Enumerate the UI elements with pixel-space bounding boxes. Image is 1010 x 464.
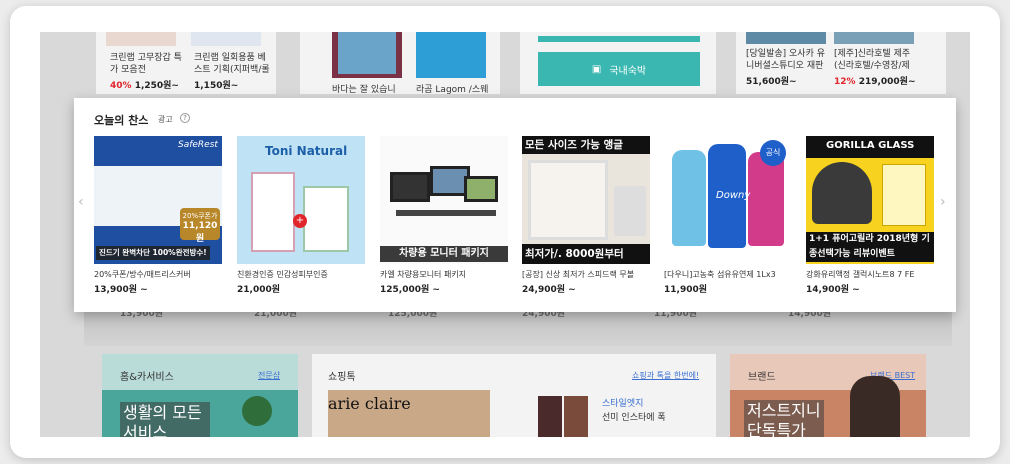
- home-service-section: 홈&카서비스 전문샵 생활의 모든 서비스: [102, 354, 298, 437]
- image-overlay-text: 차량용 모니터 패키지: [380, 246, 508, 262]
- thumb-image[interactable]: [564, 396, 588, 437]
- image-overlay-top: 모든 사이즈 가능 앵글: [522, 136, 650, 154]
- chance-item[interactable]: SafeRest 20%쿠폰가 11,120원 진드기 완벽차단 100%완전방…: [94, 136, 222, 295]
- product-image: [191, 32, 261, 46]
- home-banner-text: 생활의 모든 서비스: [120, 402, 210, 437]
- image-overlay-text: 최저가/. 8000원부터: [522, 244, 650, 264]
- official-badge: 공식: [760, 140, 786, 166]
- downy-image: Downy 공식: [664, 136, 792, 264]
- item-name: 카엘 차량용모니터 패키지: [380, 270, 467, 279]
- travel-card: ▣ 국내숙박: [520, 32, 716, 94]
- item-price: 125,000원 ~: [380, 285, 440, 295]
- chance-item[interactable]: GORILLA GLASS 1+1 퓨어고릴라 2018년형 기종선택가능 리뷰…: [806, 136, 934, 295]
- car-monitor-image: 차량용 모니터 패키지: [380, 136, 508, 264]
- book-cover: [416, 32, 486, 78]
- book-cover: [332, 32, 402, 78]
- chance-item[interactable]: Downy 공식 [다우니]고농축 섬유유연제 1Lx3 11,900원: [664, 136, 792, 295]
- rack-image: 모든 사이즈 가능 앵글 최저가/. 8000원부터: [522, 136, 650, 264]
- badge-price: 11,120원: [182, 221, 218, 244]
- chance-item[interactable]: 모든 사이즈 가능 앵글 최저가/. 8000원부터 [공장] 신상 최저가 스…: [522, 136, 650, 295]
- item-price: 11,900원: [664, 285, 708, 295]
- product-price: 1,250원~: [134, 81, 179, 91]
- todays-chance-panel: 오늘의 찬스 광고 ? ‹ › SafeRest 20%쿠폰가 11,120원 …: [74, 98, 956, 312]
- product-image: [106, 32, 176, 46]
- building-icon: ▣: [591, 63, 602, 75]
- prev-arrow-icon[interactable]: ‹: [78, 194, 84, 210]
- book-title: 라곰 Lagom /스웨: [416, 85, 489, 95]
- product-price: 51,600원~: [746, 77, 797, 87]
- shopping-sub: 스타일엣지: [602, 399, 644, 409]
- mattress-image: SafeRest 20%쿠폰가 11,120원 진드기 완벽차단 100%완전방…: [94, 136, 222, 264]
- magazine-banner[interactable]: arie claire: [328, 390, 490, 437]
- discount-rate: 12%: [834, 77, 856, 87]
- chance-item[interactable]: Toni Natural + 친환경인증 민감성피부인증 21,000원: [237, 136, 365, 295]
- product-price: 219,000원~: [858, 77, 916, 87]
- thumb-image[interactable]: [538, 396, 562, 437]
- toni-natural-image: Toni Natural +: [237, 136, 365, 264]
- next-arrow-icon[interactable]: ›: [940, 194, 946, 210]
- gorilla-glass-image: GORILLA GLASS 1+1 퓨어고릴라 2018년형 기종선택가능 리뷰…: [806, 136, 934, 264]
- image-overlay-text: 1+1 퓨어고릴라 2018년형 기종선택가능 리뷰이벤트: [806, 232, 934, 262]
- section-title: 브랜드: [748, 372, 776, 383]
- product-name: 크린랩 일회용품 베스트 기획(지퍼백/롤: [194, 53, 270, 75]
- magazine-brand: arie claire: [328, 394, 411, 413]
- brand-logo: SafeRest: [178, 140, 218, 150]
- section-title: 쇼핑톡: [328, 372, 356, 383]
- discount-rate: 40%: [110, 81, 132, 91]
- brand-section: 브랜드 브랜드 BEST 저스트지니 단독특가: [730, 354, 926, 437]
- shopping-desc[interactable]: 선미 인스타에 폭: [602, 412, 666, 424]
- brand-banner-text: 저스트지니 단독특가: [744, 400, 824, 437]
- item-name: [공장] 신상 최저가 스피드랙 무볼: [522, 270, 635, 279]
- badge-top: 20%쿠폰가: [182, 212, 218, 220]
- item-price: 24,900원 ~: [522, 285, 576, 295]
- domestic-stay-label: 국내숙박: [609, 65, 647, 77]
- home-service-link[interactable]: 전문샵: [258, 370, 280, 381]
- shopping-talk-section: 쇼핑톡 쇼핑과 톡을 한번에! arie claire 스타일엣지 선미 인스타…: [312, 354, 716, 437]
- product-name: [당일발송] 오사카 유니버셜스튜디오 재판: [746, 49, 825, 71]
- coupon-badge: 20%쿠폰가 11,120원: [180, 208, 220, 244]
- item-name: 20%쿠폰/방수/매트리스커버: [94, 270, 191, 279]
- brand-logo: Downy: [716, 190, 751, 201]
- image-overlay-text: 진드기 완벽차단 100%완전방수!: [96, 246, 210, 260]
- item-name: [다우니]고농축 섬유유연제 1Lx3: [664, 270, 776, 279]
- product-image: [834, 32, 914, 44]
- ad-help-icon[interactable]: ?: [180, 113, 190, 123]
- teal-strip: [538, 36, 700, 42]
- book-card[interactable]: 바다는 잘 있습니 라곰 Lagom /스웨: [300, 32, 500, 95]
- item-price: 14,900원 ~: [806, 285, 860, 295]
- product-name: [제주]신라호텔 제주(신라호텔/수영장/제: [834, 49, 911, 71]
- plus-icon: +: [293, 214, 307, 228]
- brand-logo: GORILLA GLASS: [826, 140, 915, 151]
- book-title: 바다는 잘 있습니: [332, 85, 396, 95]
- brand-logo: Toni Natural: [265, 144, 348, 158]
- browser-frame: 크린랩 고무장갑 특가 모음전 40% 1,250원~ 크린랩 일회용품 베스트…: [10, 6, 1000, 458]
- product-price: 1,150원~: [194, 81, 239, 91]
- shopping-talk-link[interactable]: 쇼핑과 톡을 한번에!: [632, 370, 699, 381]
- panel-title: 오늘의 찬스: [94, 114, 149, 127]
- ad-label: 광고: [158, 115, 173, 124]
- item-name: 강화유리액정 갤럭시노트8 7 FE: [806, 270, 915, 279]
- product-card-gloves[interactable]: 크린랩 고무장갑 특가 모음전 40% 1,250원~ 크린랩 일회용품 베스트…: [96, 32, 276, 94]
- product-image: [746, 32, 826, 44]
- item-price: 21,000원: [237, 285, 281, 295]
- travel-products-card[interactable]: [당일발송] 오사카 유니버셜스튜디오 재판 51,600원~ [제주]신라호텔…: [736, 32, 946, 94]
- product-name: 크린랩 고무장갑 특가 모음전: [110, 53, 182, 75]
- item-name: 친환경인증 민감성피부인증: [237, 270, 328, 279]
- item-price: 13,900원 ~: [94, 285, 148, 295]
- section-title: 홈&카서비스: [120, 372, 174, 383]
- chance-item[interactable]: 차량용 모니터 패키지 카엘 차량용모니터 패키지 125,000원 ~: [380, 136, 508, 295]
- domestic-stay-button[interactable]: ▣ 국내숙박: [538, 52, 700, 86]
